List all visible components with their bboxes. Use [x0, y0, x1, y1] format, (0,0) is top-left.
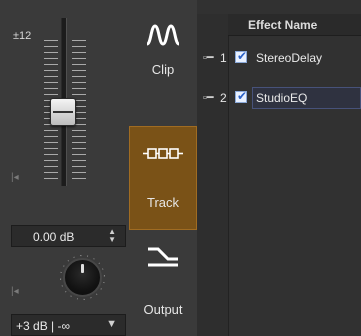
- pan-knob[interactable]: [63, 258, 102, 297]
- enable-checkbox[interactable]: [235, 89, 247, 103]
- dropdown-arrow-icon: ▼: [106, 318, 117, 330]
- effect-name[interactable]: StudioEQ: [256, 91, 307, 105]
- gain-value: 0.00 dB: [33, 230, 75, 244]
- effects-table: Effect Name ▫━ 1 StereoDelay ▫━ 2 Studio…: [197, 0, 361, 336]
- spin-arrows-icon[interactable]: ▲ ▼: [108, 228, 116, 244]
- gain-value-field[interactable]: 0.00 dB ▲ ▼: [11, 225, 126, 247]
- table-header: Effect Name: [228, 14, 361, 36]
- insert-slot-icon: ▫━: [203, 52, 214, 64]
- insert-slot-icon: ▫━: [203, 92, 214, 104]
- waveform-icon: [146, 24, 180, 46]
- reset-marker-icon[interactable]: |◂: [11, 172, 19, 183]
- ceiling-value: +3 dB | -∞: [16, 319, 71, 333]
- gain-fader-thumb[interactable]: [50, 98, 76, 126]
- ceiling-dropdown[interactable]: +3 dB | -∞ ▼: [11, 314, 126, 336]
- effect-name[interactable]: StereoDelay: [256, 51, 322, 65]
- fader-range-label: ±12: [13, 30, 32, 42]
- row-index: 2: [220, 91, 227, 105]
- table-row[interactable]: ▫━ 2 StudioEQ: [197, 85, 361, 111]
- mode-button-output[interactable]: Output: [129, 232, 197, 336]
- mode-button-track[interactable]: Track: [129, 126, 197, 230]
- mode-label-track: Track: [146, 195, 180, 210]
- row-index: 1: [220, 51, 227, 65]
- mode-selector: Clip Track Output: [129, 0, 198, 336]
- mode-button-clip[interactable]: Clip: [129, 0, 197, 104]
- column-header-effect-name[interactable]: Effect Name: [248, 18, 317, 32]
- enable-checkbox[interactable]: [235, 49, 247, 63]
- mode-label-output: Output: [143, 302, 183, 317]
- output-routing-icon: [148, 247, 178, 267]
- track-chain-icon: [143, 148, 183, 159]
- mode-label-clip: Clip: [151, 62, 175, 77]
- level-panel: ±12 |◂ 0.00 dB ▲ ▼ |◂ +3 dB | -∞ ▼: [0, 0, 129, 336]
- table-row[interactable]: ▫━ 1 StereoDelay: [197, 45, 361, 71]
- reset-marker-icon[interactable]: |◂: [11, 286, 19, 297]
